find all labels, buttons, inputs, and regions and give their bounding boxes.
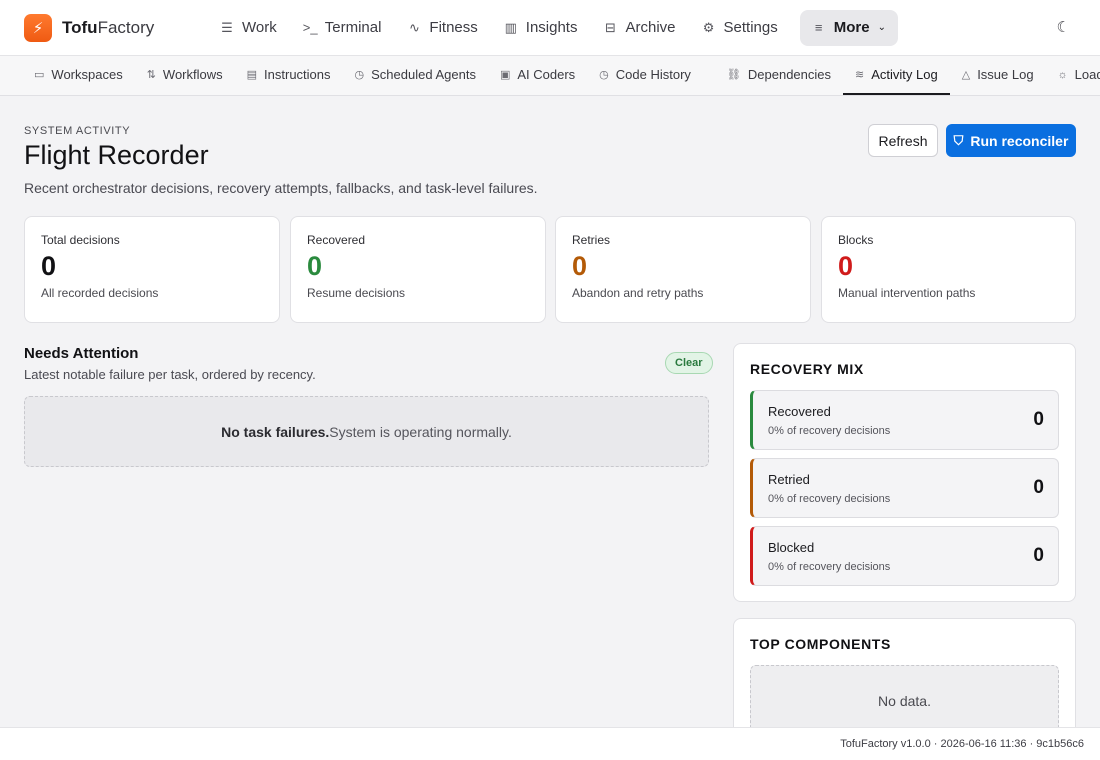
brand-name: TofuFactory [62,17,155,37]
pulse-icon: ∿ [408,19,420,35]
tab-scheduled-agents[interactable]: ◷ Scheduled Agents [343,56,488,95]
mix-item-name: Blocked [768,540,815,555]
stat-card-total-decisions: Total decisions 0 All recorded decisions [24,216,280,323]
tab-workflows[interactable]: ⇅ Workflows [135,56,235,95]
nav-settings[interactable]: ⚙ Settings [690,10,790,46]
list-icon: ☰ [221,19,233,35]
stat-value: 0 [41,251,57,281]
recovery-mix-panel: RECOVERY MIX Recovered 0% of recovery de… [733,343,1076,602]
terminal-icon: >_ [302,20,318,35]
footer-version-text: TofuFactory v1.0.0 · 2026-06-16 11:36 · … [840,738,1084,750]
stat-card-recovered: Recovered 0 Resume decisions [290,216,546,323]
nav-more-dropdown[interactable]: ≡ More ⌄ [799,9,898,46]
tab-instructions[interactable]: ▤ Instructions [235,56,343,95]
sub-nav: ▭ Workspaces ⇅ Workflows ▤ Instructions ◷ Sc… [0,56,1100,96]
tab-load-test[interactable]: ☼Load Test [1046,56,1100,95]
recovery-mix-item-recovered: Recovered 0% of recovery decisions 0 [750,390,1059,450]
chip-icon: ▣ [499,69,511,81]
moon-icon[interactable]: ☾ [1057,18,1070,36]
stat-label: Retries [572,233,611,247]
mix-item-name: Recovered [768,404,831,419]
brand[interactable]: ⚡ TofuFactory [24,13,194,42]
tab-dependencies[interactable]: ⛓ Dependencies [715,56,843,95]
recovery-mix-item-retried: Retried 0% of recovery decisions 0 [750,458,1059,518]
empty-state-strong: No task failures. [221,423,330,440]
stat-caption: Manual intervention paths [838,286,976,300]
needs-attention-subtitle: Latest notable failure per task, ordered… [24,367,316,382]
sun-icon: ☼ [1057,68,1068,81]
stat-value: 0 [572,251,588,281]
tab-code-history[interactable]: ◷ Code History [587,56,703,95]
tab-issue-log[interactable]: △ Issue Log [950,56,1046,95]
stat-caption: All recorded decisions [41,286,159,300]
nav-terminal[interactable]: >_ Terminal [291,10,394,46]
mix-item-count: 0 [1033,477,1044,498]
shield-icon: ⛉ [953,132,964,148]
mix-item-name: Retried [768,472,810,487]
folder-icon: ▭ [34,69,45,81]
warning-icon: △ [961,69,971,81]
page-eyebrow: SYSTEM ACTIVITY [24,125,131,137]
top-nav: ☰ Work >_ Terminal ∿ Fitness ▥ Insights ⊟ Arc… [208,9,898,46]
mix-item-count: 0 [1033,409,1044,430]
history-icon: ◷ [599,69,609,81]
document-icon: ▤ [246,69,258,81]
footer: TofuFactory v1.0.0 · 2026-06-16 11:36 · … [0,727,1100,760]
needs-attention-title: Needs Attention [24,345,139,362]
needs-attention-empty-state: No task failures. System is operating nor… [24,396,709,467]
stat-card-blocks: Blocks 0 Manual intervention paths [821,216,1076,323]
link-icon: ⛓ [726,69,741,81]
stat-value: 0 [307,251,323,281]
stat-label: Recovered [307,233,366,247]
wifi-icon: ≋ [855,69,865,81]
mix-item-percent: 0% of recovery decisions [768,561,891,573]
stat-value: 0 [838,251,854,281]
archive-icon: ⊟ [605,19,616,35]
tab-ai-coders[interactable]: ▣ AI Coders [488,56,587,95]
bolt-icon: ⚡ [24,13,52,42]
top-bar: ⚡ TofuFactory ☰ Work >_ Terminal ∿ Fitness … [0,0,1100,56]
refresh-button[interactable]: Refresh [868,124,938,157]
nav-fitness[interactable]: ∿ Fitness [395,10,489,46]
mix-item-percent: 0% of recovery decisions [768,493,891,505]
status-badge: Clear [665,352,713,374]
tab-activity-log[interactable]: ≋ Activity Log [843,56,950,95]
stat-label: Blocks [838,233,874,247]
mix-item-percent: 0% of recovery decisions [768,425,891,437]
nav-work[interactable]: ☰ Work [208,10,289,46]
stat-label: Total decisions [41,233,120,247]
clock-icon: ◷ [354,69,365,81]
empty-state-text: System is operating normally. [329,423,512,440]
run-reconciler-label: Run reconciler [970,132,1069,149]
menu-icon: ≡ [814,20,823,35]
nav-insights[interactable]: ▥ Insights [492,10,590,46]
recovery-mix-title: RECOVERY MIX [750,361,864,377]
nav-archive[interactable]: ⊟ Archive [591,10,687,46]
top-components-title: TOP COMPONENTS [750,636,891,652]
chevron-down-icon: ⌄ [877,22,886,33]
run-reconciler-button[interactable]: ⛉ Run reconciler [946,124,1076,157]
tab-workspaces[interactable]: ▭ Workspaces [22,56,135,95]
stat-caption: Resume decisions [307,286,406,300]
stat-caption: Abandon and retry paths [572,286,704,300]
stat-card-retries: Retries 0 Abandon and retry paths [555,216,811,323]
bar-chart-icon: ▥ [504,19,517,35]
recovery-mix-item-blocked: Blocked 0% of recovery decisions 0 [750,526,1059,586]
page-subtitle: Recent orchestrator decisions, recovery … [24,180,538,196]
page-title: Flight Recorder [24,140,209,170]
mix-item-count: 0 [1033,545,1044,566]
gear-icon: ⚙ [702,19,715,35]
workflow-icon: ⇅ [146,69,156,81]
